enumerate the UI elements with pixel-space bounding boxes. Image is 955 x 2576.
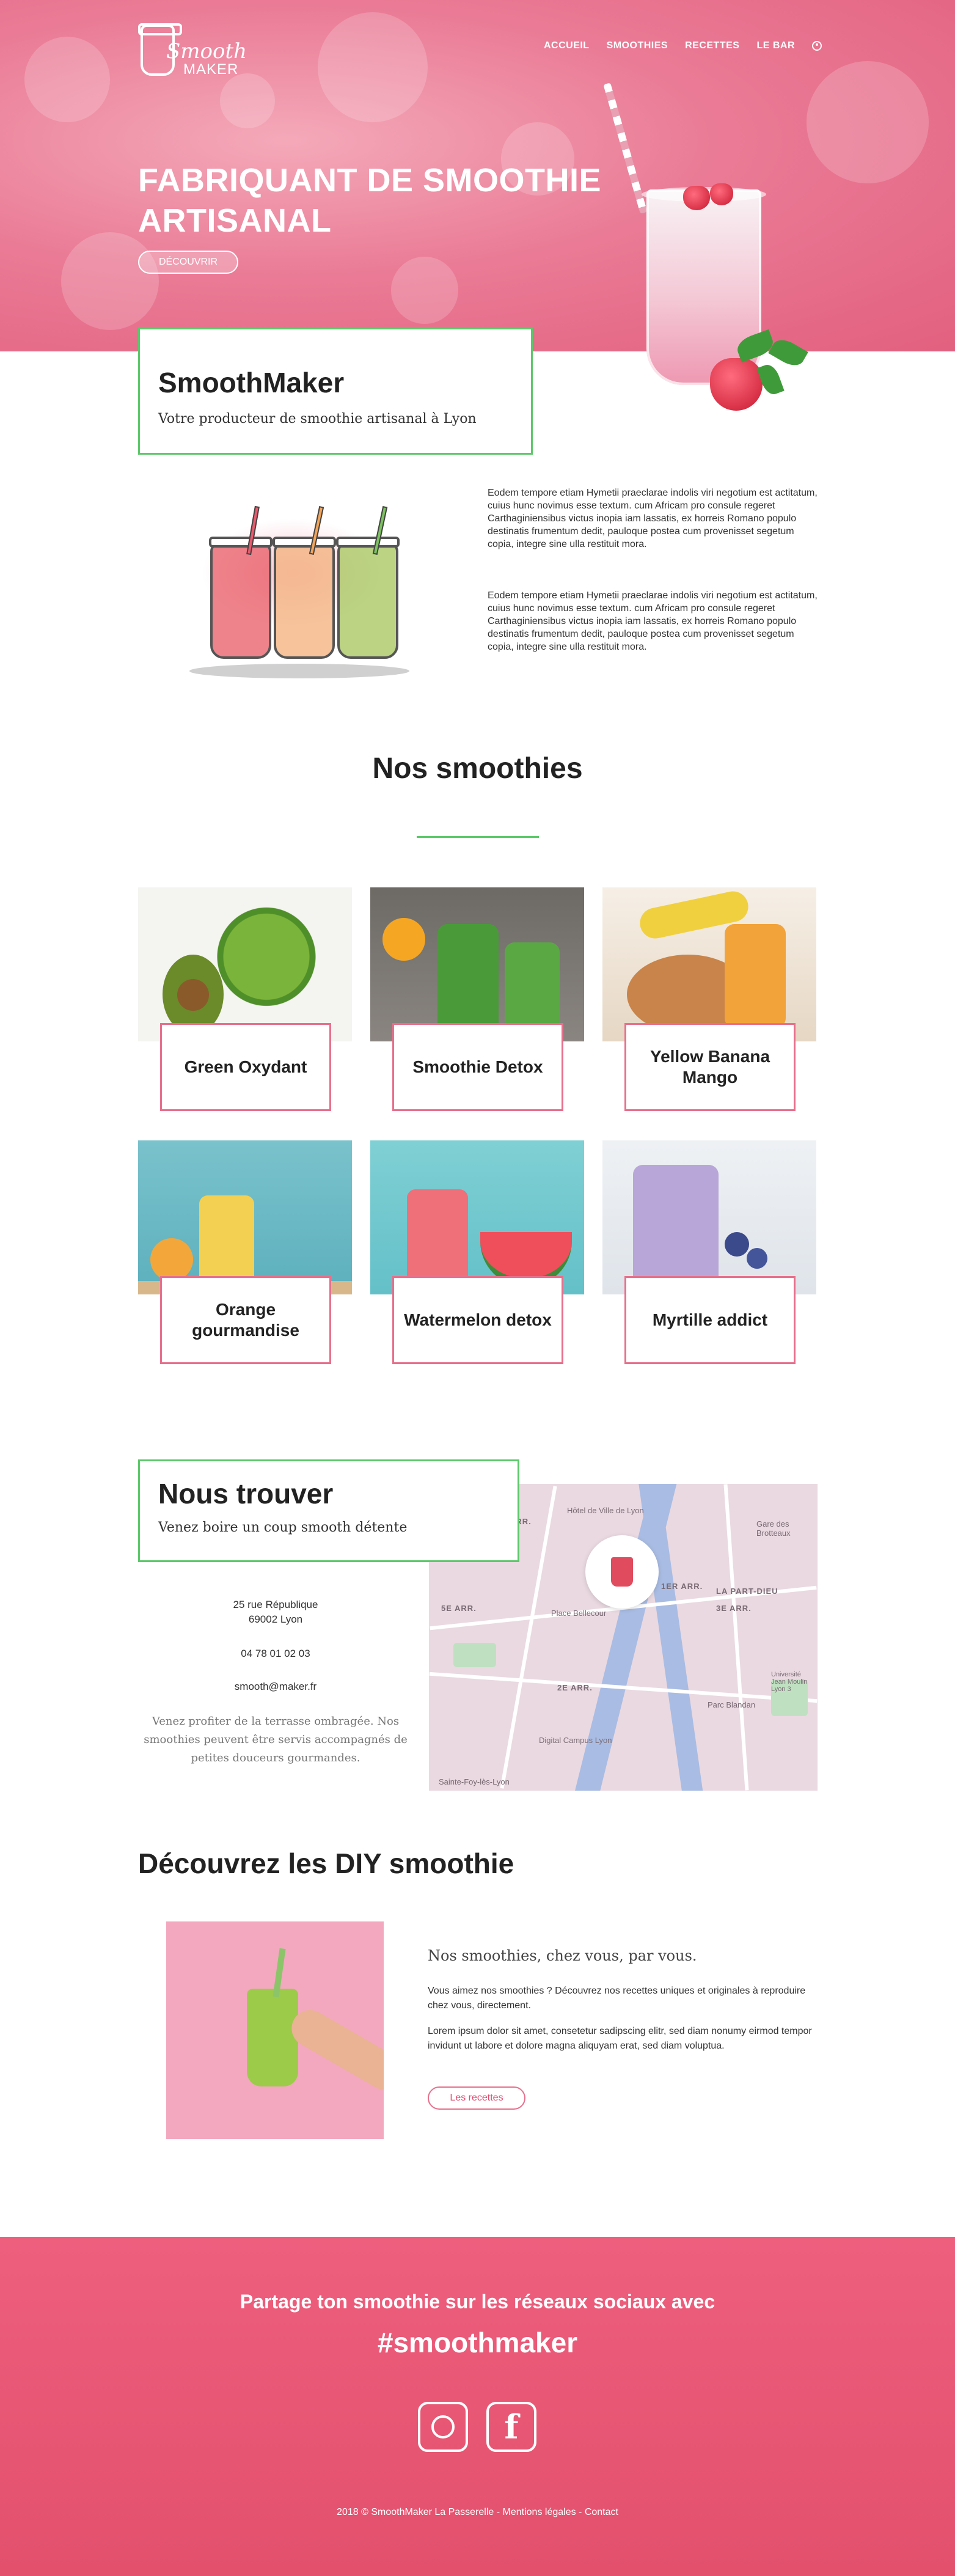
instagram-ring — [431, 2415, 455, 2438]
smoothies-title: Nos smoothies — [372, 752, 583, 785]
smoothie-card[interactable]: Green Oxydant — [138, 887, 352, 1111]
map-label: 5E ARR. — [441, 1604, 477, 1613]
intro-card: SmoothMaker Votre producteur de smoothie… — [138, 328, 533, 455]
smoothie-card[interactable]: Smoothie Detox — [370, 887, 584, 1111]
map-label: 1ER ARR. — [661, 1582, 703, 1591]
strawberry-decoration — [710, 358, 763, 411]
map-label: Hôtel de Ville de Lyon — [567, 1506, 644, 1515]
strawberry-decoration — [710, 183, 733, 205]
map-label: 2E ARR. — [557, 1683, 593, 1692]
intro-paragraph-1: Eodem tempore etiam Hymetii praeclarae i… — [488, 488, 818, 549]
map-label: Parc Blandan — [708, 1700, 756, 1709]
diy-text-2: Lorem ipsum dolor sit amet, consetetur s… — [428, 2026, 812, 2051]
smoothie-image — [138, 887, 352, 1041]
map-label: LA PART-DIEU — [716, 1587, 778, 1596]
map-pin-icon[interactable] — [585, 1535, 659, 1609]
recipes-button[interactable]: Les recettes — [428, 2086, 525, 2110]
jar-lid — [209, 537, 273, 548]
diy-image — [166, 1921, 384, 2139]
cup-icon — [611, 1557, 633, 1587]
bokeh-decoration — [61, 232, 159, 330]
diy-subtitle: Nos smoothies, chez vous, par vous. — [428, 1947, 697, 1964]
smoothie-image — [370, 887, 584, 1041]
address-line-1: 25 rue République — [233, 1599, 318, 1610]
bokeh-decoration — [24, 37, 110, 122]
diy-text-1: Vous aimez nos smoothies ? Découvrez nos… — [428, 1986, 806, 2011]
map-label: Université Jean Moulin Lyon 3 — [771, 1671, 808, 1693]
email-address[interactable]: smooth@maker.fr — [138, 1681, 413, 1693]
hero-title: FABRIQUANT DE SMOOTHIE ARTISANAL — [138, 162, 602, 239]
logo[interactable]: Smooth MAKER — [138, 21, 247, 82]
intro-subtitle: Votre producteur de smoothie artisanal à… — [158, 411, 477, 427]
smoothie-name: Yellow Banana Mango — [624, 1023, 796, 1111]
smoothie-card[interactable]: Watermelon detox — [370, 1140, 584, 1364]
smoothie-image — [602, 887, 816, 1041]
nav-item-accueil[interactable]: ACCUEIL — [544, 40, 590, 51]
find-card: Nous trouver Venez boire un coup smooth … — [138, 1459, 519, 1562]
watermelon-jar — [210, 543, 271, 659]
title-underline — [417, 836, 539, 838]
shadow-decoration — [189, 664, 409, 678]
intro-title: SmoothMaker — [158, 367, 345, 398]
road-decoration — [723, 1484, 749, 1791]
bokeh-decoration — [318, 12, 428, 122]
smoothie-card[interactable]: Yellow Banana Mango — [602, 887, 816, 1111]
nav-item-recettes[interactable]: RECETTES — [685, 40, 739, 51]
smoothie-name: Green Oxydant — [160, 1023, 331, 1111]
intro-paragraph-2: Eodem tempore etiam Hymetii praeclarae i… — [488, 590, 818, 652]
river-decoration — [637, 1484, 706, 1791]
discover-button[interactable]: DÉCOUVRIR — [138, 251, 238, 274]
kiwi-jar — [337, 543, 398, 659]
map-label: Sainte-Foy-lès-Lyon — [439, 1777, 510, 1786]
park-decoration — [453, 1643, 496, 1667]
peach-jar — [274, 543, 335, 659]
diy-title: Découvrez les DIY smoothie — [138, 1848, 514, 1879]
smoothie-name: Orange gourmandise — [160, 1276, 331, 1364]
bokeh-decoration — [391, 257, 458, 324]
bokeh-decoration — [807, 61, 929, 183]
smoothie-image — [138, 1140, 352, 1294]
map-label: Gare des Brotteaux — [756, 1519, 791, 1538]
smoothie-name: Smoothie Detox — [392, 1023, 563, 1111]
footer-headline: Partage ton smoothie sur les réseaux soc… — [240, 2291, 715, 2313]
main-nav: ACCUEIL SMOOTHIES RECETTES LE BAR — [544, 40, 822, 51]
nav-item-le-bar[interactable]: LE BAR — [756, 40, 795, 51]
footer-hashtag: #smoothmaker — [377, 2327, 578, 2358]
address-line-2: 69002 Lyon — [248, 1613, 303, 1625]
facebook-icon[interactable]: f — [486, 2402, 536, 2452]
find-subtitle: Venez boire un coup smooth détente — [158, 1520, 408, 1535]
hero-banner: Smooth MAKER ACCUEIL SMOOTHIES RECETTES … — [0, 0, 955, 351]
logo-text: Smooth — [166, 39, 247, 64]
logo-subtext: MAKER — [183, 61, 239, 78]
map-label: Digital Campus Lyon — [539, 1736, 612, 1745]
facebook-glyph: f — [504, 2407, 519, 2446]
find-note: Venez profiter de la terrasse ombragée. … — [144, 1715, 408, 1764]
jar-lid — [336, 537, 400, 548]
smoothie-name: Myrtille addict — [624, 1276, 796, 1364]
strawberry-decoration — [683, 186, 710, 210]
instagram-icon[interactable] — [418, 2402, 468, 2452]
jar-lid — [273, 537, 336, 548]
footer-copyright: 2018 © SmoothMaker La Passerelle - Menti… — [337, 2507, 618, 2517]
find-title: Nous trouver — [158, 1478, 334, 1510]
phone-number[interactable]: 04 78 01 02 03 — [138, 1648, 413, 1660]
jars-illustration — [183, 494, 415, 683]
smoothie-name: Watermelon detox — [392, 1276, 563, 1364]
diy-cup-illustration — [247, 1989, 298, 2086]
nav-item-smoothies[interactable]: SMOOTHIES — [607, 40, 668, 51]
hand-illustration — [285, 2003, 384, 2096]
footer: Partage ton smoothie sur les réseaux soc… — [0, 2237, 955, 2576]
smoothie-image — [602, 1140, 816, 1294]
map-label: Place Bellecour — [551, 1609, 607, 1618]
smoothie-image — [370, 1140, 584, 1294]
smoothie-card[interactable]: Orange gourmandise — [138, 1140, 352, 1364]
smoothie-card[interactable]: Myrtille addict — [602, 1140, 816, 1364]
map-label: 3E ARR. — [716, 1604, 752, 1613]
user-icon[interactable] — [812, 41, 822, 51]
